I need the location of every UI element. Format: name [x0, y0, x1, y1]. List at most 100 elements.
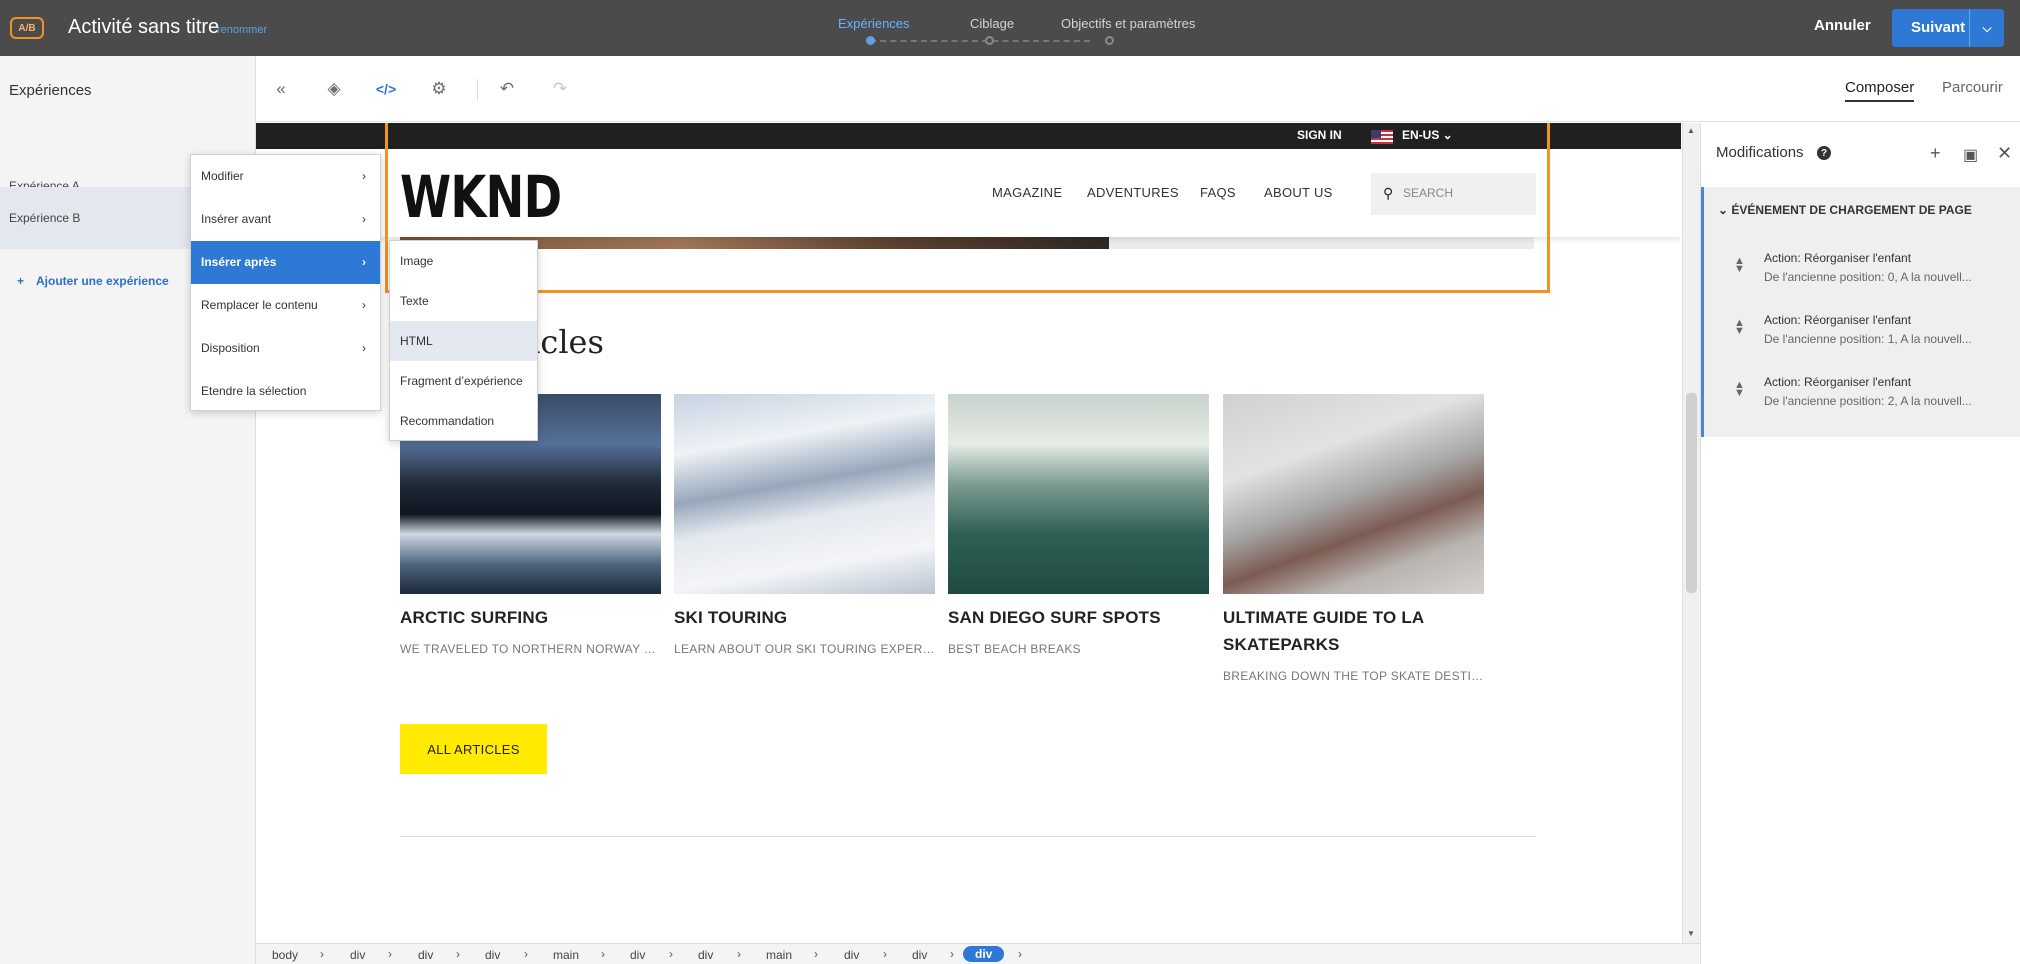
site-search-input[interactable]: ⚲ SEARCH: [1371, 173, 1536, 215]
nav-faqs[interactable]: FAQS: [1200, 185, 1236, 200]
menu-item-label: Disposition: [201, 341, 260, 355]
drag-handle-icon[interactable]: ▲ ▼: [1734, 256, 1745, 275]
action-detail: De l'ancienne position: 0, A la nouvell.…: [1764, 270, 1972, 284]
site-logo[interactable]: WKND: [400, 163, 562, 231]
menu-item-expand-selection[interactable]: Etendre la sélection: [191, 370, 380, 413]
add-experience-button[interactable]: + Ajouter une expérience: [17, 274, 169, 288]
crumb-div[interactable]: div: [485, 948, 500, 962]
nav-magazine[interactable]: MAGAZINE: [992, 185, 1062, 200]
nav-adventures[interactable]: ADVENTURES: [1087, 185, 1179, 200]
add-icon[interactable]: +: [1930, 143, 1941, 164]
action-title: Action: Réorganiser l'enfant: [1764, 313, 1912, 327]
submenu-item-experience-fragment[interactable]: Fragment d’expérience: [390, 361, 537, 401]
collapse-icon[interactable]: «: [271, 79, 291, 99]
article-description[interactable]: LEARN ABOUT OUR SKI TOURING EXPERIE…: [674, 642, 936, 656]
step-targeting[interactable]: Ciblage: [970, 16, 1014, 31]
group-header[interactable]: ⌄ ÉVÉNEMENT DE CHARGEMENT DE PAGE: [1718, 203, 1972, 217]
submenu-item-image[interactable]: Image: [390, 241, 537, 281]
chevron-right-icon: ›: [362, 255, 366, 269]
article-card[interactable]: SKI TOURING LEARN ABOUT OUR SKI TOURING …: [674, 394, 936, 656]
code-icon[interactable]: </>: [376, 79, 396, 99]
drag-handle-icon[interactable]: ▲ ▼: [1734, 380, 1745, 399]
modification-action[interactable]: ▲ ▼ Action: Réorganiser l'enfant De l'anc…: [1704, 237, 2020, 299]
scrollbar-thumb[interactable]: [1686, 393, 1697, 593]
menu-item-label: Remplacer le contenu: [201, 298, 318, 312]
chevron-right-icon: ›: [456, 947, 460, 961]
tab-compose[interactable]: Composer: [1845, 79, 1915, 102]
site-signin-link[interactable]: SIGN IN: [1297, 128, 1342, 142]
submenu-item-html[interactable]: HTML: [390, 321, 537, 361]
context-menu: Modifier › Insérer avant › Insérer après › …: [190, 154, 381, 411]
menu-item-insert-after[interactable]: Insérer après ›: [191, 241, 380, 284]
next-button[interactable]: Suivant ⌵: [1892, 9, 2004, 47]
drag-handle-icon[interactable]: ▲ ▼: [1734, 318, 1745, 337]
chevron-right-icon: ›: [883, 947, 887, 961]
article-card[interactable]: SAN DIEGO SURF SPOTS BEST BEACH BREAKS: [948, 394, 1210, 656]
tab-browse[interactable]: Parcourir: [1942, 79, 2003, 96]
crumb-body[interactable]: body: [272, 948, 298, 962]
cancel-button[interactable]: Annuler: [1814, 17, 1871, 34]
article-image-ski-touring[interactable]: [674, 394, 935, 594]
action-title: Action: Réorganiser l'enfant: [1764, 375, 1912, 389]
top-bar: A/B Activité sans titre renommer Expérie…: [0, 0, 2020, 56]
crumb-main[interactable]: main: [766, 948, 792, 962]
step-goals-settings[interactable]: Objectifs et paramètres: [1061, 16, 1195, 31]
scroll-down-icon[interactable]: ▼: [1687, 929, 1695, 938]
crumb-div[interactable]: div: [698, 948, 713, 962]
modification-action[interactable]: ▲ ▼ Action: Réorganiser l'enfant De l'anc…: [1704, 299, 2020, 361]
submenu-item-recommendation[interactable]: Recommandation: [390, 401, 537, 441]
steps-connector: [870, 40, 1090, 42]
article-image-san-diego-surf[interactable]: [948, 394, 1209, 594]
redo-icon: ↷: [552, 79, 568, 98]
panel-layout-icon[interactable]: ▣: [1963, 145, 1978, 165]
help-icon[interactable]: ?: [1817, 146, 1831, 160]
crumb-div[interactable]: div: [630, 948, 645, 962]
site-locale-selector[interactable]: EN-US ⌄: [1402, 128, 1453, 142]
menu-item-modify[interactable]: Modifier ›: [191, 155, 380, 198]
article-title[interactable]: ARCTIC SURFING: [400, 604, 662, 631]
menu-item-label: Modifier: [201, 169, 244, 183]
workflow-steps: Expériences Ciblage Objectifs et paramèt…: [820, 14, 1195, 48]
crumb-main[interactable]: main: [553, 948, 579, 962]
step-experiences[interactable]: Expériences: [838, 16, 910, 31]
article-title[interactable]: SAN DIEGO SURF SPOTS: [948, 604, 1210, 631]
settings-icon[interactable]: ⚙: [429, 79, 449, 99]
step-dot-experiences: [866, 36, 875, 45]
menu-item-layout[interactable]: Disposition ›: [191, 327, 380, 370]
crumb-div-selected[interactable]: div: [963, 946, 1005, 962]
article-description[interactable]: BEST BEACH BREAKS: [948, 642, 1210, 656]
canvas-scrollbar[interactable]: ▲ ▼: [1682, 123, 1700, 943]
site-utility-bar: SIGN IN EN-US ⌄: [256, 123, 1681, 149]
crumb-div[interactable]: div: [418, 948, 433, 962]
crumb-div[interactable]: div: [844, 948, 859, 962]
toolbar-divider: [477, 79, 478, 101]
undo-icon[interactable]: ↶: [497, 79, 517, 99]
editor-toolbar: « ◈ </> ⚙ ↶ ↷ Composer Parcourir: [257, 56, 2020, 122]
article-description[interactable]: WE TRAVELED TO NORTHERN NORWAY TO…: [400, 642, 662, 656]
crumb-div[interactable]: div: [350, 948, 365, 962]
article-image-la-skateparks[interactable]: [1223, 394, 1484, 594]
submenu-item-text[interactable]: Texte: [390, 281, 537, 321]
activity-title[interactable]: Activité sans titre: [68, 16, 219, 39]
add-experience-label: Ajouter une expérience: [36, 274, 169, 288]
scroll-up-icon[interactable]: ▲: [1687, 126, 1695, 135]
layers-icon[interactable]: ◈: [324, 79, 344, 99]
locale-label: EN-US: [1402, 128, 1440, 142]
article-card[interactable]: ULTIMATE GUIDE TO LA SKATEPARKS BREAKING…: [1223, 394, 1485, 683]
article-description[interactable]: BREAKING DOWN THE TOP SKATE DESTIN…: [1223, 669, 1485, 683]
dom-breadcrumb: body › div › div › div › main › div › di…: [256, 943, 1700, 964]
chevron-down-icon[interactable]: ⌵: [1969, 9, 2004, 47]
chevron-right-icon: ›: [362, 169, 366, 183]
menu-item-insert-before[interactable]: Insérer avant ›: [191, 198, 380, 241]
sidebar-title: Expériences: [9, 82, 92, 99]
site-header[interactable]: WKND MAGAZINE ADVENTURES FAQS ABOUT US ⚲…: [256, 149, 1681, 237]
crumb-div[interactable]: div: [912, 948, 927, 962]
nav-about-us[interactable]: ABOUT US: [1264, 185, 1333, 200]
close-icon[interactable]: ✕: [1997, 143, 2012, 164]
menu-item-replace-content[interactable]: Remplacer le contenu ›: [191, 284, 380, 327]
article-title[interactable]: SKI TOURING: [674, 604, 936, 631]
article-title[interactable]: ULTIMATE GUIDE TO LA SKATEPARKS: [1223, 604, 1485, 658]
all-articles-button[interactable]: ALL ARTICLES: [400, 724, 547, 774]
rename-link[interactable]: renommer: [217, 24, 267, 36]
modification-action[interactable]: ▲ ▼ Action: Réorganiser l'enfant De l'anc…: [1704, 361, 2020, 423]
